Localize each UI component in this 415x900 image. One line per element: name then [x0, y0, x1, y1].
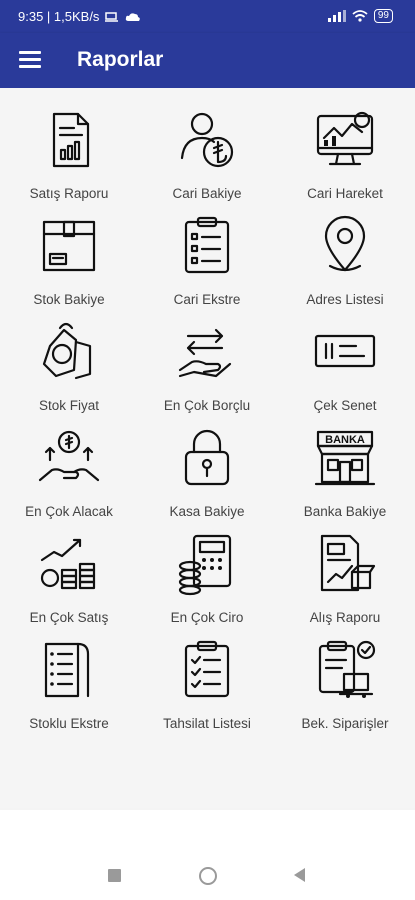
- pending-orders-icon: [312, 636, 378, 707]
- report-item-label: En Çok Alacak: [25, 504, 113, 519]
- battery-icon: 99: [373, 9, 393, 23]
- report-item-label: Cari Bakiye: [172, 186, 242, 201]
- checklist-icon: [174, 636, 240, 707]
- signal-icon: [327, 10, 346, 22]
- report-item-map-pin[interactable]: Adres Listesi: [276, 212, 414, 318]
- recent-apps-icon[interactable]: [108, 869, 121, 882]
- system-nav-bar: [0, 810, 415, 900]
- report-item-label: Bek. Siparişler: [301, 716, 389, 731]
- report-item-bank[interactable]: BANKA Banka Bakiye: [276, 424, 414, 530]
- ledger-icon: [36, 636, 102, 707]
- status-bar: 9:35 | 1,5KB/s 99: [0, 0, 415, 33]
- map-pin-icon: [312, 212, 378, 283]
- report-item-growth-coins[interactable]: En Çok Alacak: [0, 424, 138, 530]
- report-item-label: Cari Hareket: [307, 186, 383, 201]
- report-item-check[interactable]: Çek Senet: [276, 318, 414, 424]
- reports-grid: Satış Raporu Cari Bakiye Cari Hareket Stok …: [0, 106, 415, 742]
- report-item-account-balance[interactable]: Cari Bakiye: [138, 106, 276, 212]
- reports-content: Satış Raporu Cari Bakiye Cari Hareket Stok …: [0, 88, 415, 808]
- purchase-report-icon: [312, 530, 378, 601]
- growth-coins-icon: [36, 424, 102, 495]
- app-bar: Raporlar: [0, 33, 415, 88]
- report-item-price-tag[interactable]: Stok Fiyat: [0, 318, 138, 424]
- report-item-label: Stoklu Ekstre: [29, 716, 109, 731]
- report-item-label: Satış Raporu: [29, 186, 109, 201]
- report-item-money-hand[interactable]: En Çok Borçlu: [138, 318, 276, 424]
- calculator-coins-icon: [174, 530, 240, 601]
- report-item-label: Çek Senet: [313, 398, 377, 413]
- screen-icon: [105, 11, 119, 22]
- report-item-label: Stok Fiyat: [38, 398, 100, 413]
- cloud-icon: [126, 12, 141, 21]
- bank-icon: BANKA: [312, 424, 378, 495]
- account-movement-icon: [312, 106, 378, 177]
- status-time: 9:35 | 1,5KB/s: [18, 9, 100, 24]
- report-item-checklist[interactable]: Tahsilat Listesi: [138, 636, 276, 742]
- back-icon[interactable]: [294, 868, 305, 882]
- report-item-label: En Çok Borçlu: [163, 398, 251, 413]
- padlock-icon: [174, 424, 240, 495]
- sales-report-icon: [36, 106, 102, 177]
- report-item-label: En Çok Satış: [29, 610, 109, 625]
- price-tag-icon: [36, 318, 102, 389]
- report-item-label: Cari Ekstre: [173, 292, 241, 307]
- wifi-icon: [352, 10, 368, 22]
- report-item-stock-box[interactable]: Stok Bakiye: [0, 212, 138, 318]
- report-item-label: En Çok Ciro: [170, 610, 244, 625]
- report-item-label: Stok Bakiye: [33, 292, 105, 307]
- report-item-sales-report[interactable]: Satış Raporu: [0, 106, 138, 212]
- report-item-ledger[interactable]: Stoklu Ekstre: [0, 636, 138, 742]
- svg-text:BANKA: BANKA: [325, 434, 365, 446]
- account-balance-icon: [174, 106, 240, 177]
- report-item-purchase-report[interactable]: Alış Raporu: [276, 530, 414, 636]
- report-item-pending-orders[interactable]: Bek. Siparişler: [276, 636, 414, 742]
- stock-box-icon: [36, 212, 102, 283]
- report-item-label: Alış Raporu: [309, 610, 381, 625]
- page-title: Raporlar: [77, 48, 164, 71]
- hamburger-menu-icon[interactable]: [19, 51, 41, 69]
- report-item-clipboard-list[interactable]: Cari Ekstre: [138, 212, 276, 318]
- report-item-sales-growth[interactable]: En Çok Satış: [0, 530, 138, 636]
- report-item-label: Adres Listesi: [306, 292, 384, 307]
- report-item-calculator-coins[interactable]: En Çok Ciro: [138, 530, 276, 636]
- report-item-label: Tahsilat Listesi: [163, 716, 251, 731]
- sales-growth-icon: [36, 530, 102, 601]
- check-icon: [312, 318, 378, 389]
- clipboard-list-icon: [174, 212, 240, 283]
- report-item-label: Kasa Bakiye: [169, 504, 245, 519]
- report-item-label: Banka Bakiye: [303, 504, 387, 519]
- money-hand-icon: [174, 318, 240, 389]
- report-item-padlock[interactable]: Kasa Bakiye: [138, 424, 276, 530]
- report-item-account-movement[interactable]: Cari Hareket: [276, 106, 414, 212]
- home-icon[interactable]: [199, 867, 217, 885]
